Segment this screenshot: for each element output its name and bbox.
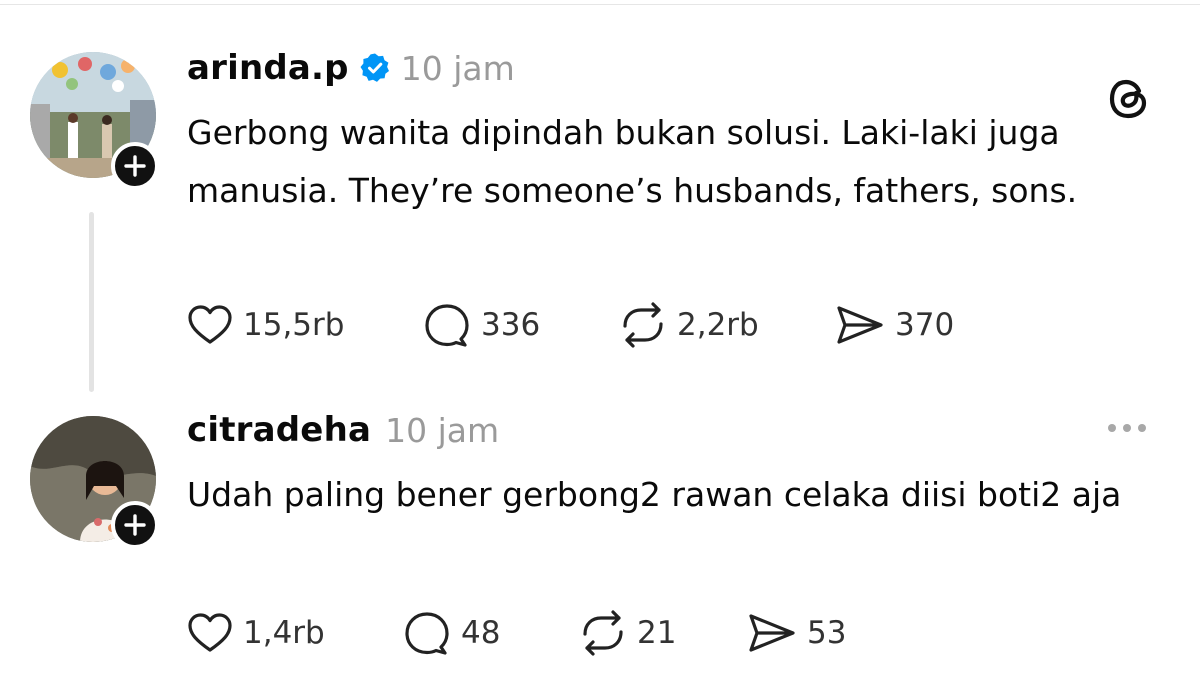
more-options-button[interactable] [1108,424,1146,432]
post-text: Udah paling bener gerbong2 rawan celaka … [187,475,1122,514]
share-count: 370 [895,307,955,343]
username[interactable]: arinda.p [187,48,349,88]
post-actions: 15,5rb 336 2,2rb 370 [187,302,954,348]
share-count: 53 [807,615,847,651]
reply-button[interactable]: 48 [403,610,579,656]
more-icon [1138,424,1146,432]
post-actions: 1,4rb 48 21 53 [187,610,846,656]
like-button[interactable]: 15,5rb [187,304,423,346]
post-time: 10 jam [385,410,500,450]
repost-icon [623,302,663,348]
post-text: Gerbong wanita dipindah bukan solusi. La… [187,113,1078,210]
more-icon [1108,424,1116,432]
thread-connector-line [89,212,94,392]
heart-icon [188,613,232,652]
share-button[interactable]: 370 [835,304,954,346]
repost-count: 2,2rb [677,307,759,343]
like-count: 15,5rb [243,307,345,343]
follow-button[interactable] [111,501,159,549]
like-button[interactable]: 1,4rb [187,612,403,654]
more-icon [1123,424,1131,432]
plus-icon [124,155,146,177]
verified-badge-icon [360,53,389,82]
repost-button[interactable]: 21 [579,610,747,656]
username[interactable]: citradeha [187,410,371,450]
follow-button[interactable] [111,142,159,190]
post-header: citradeha 10 jam [187,410,499,450]
repost-icon [583,610,623,656]
share-button[interactable]: 53 [747,612,846,654]
plus-icon [124,514,146,536]
share-icon [749,614,795,652]
post-header: arinda.p 10 jam [187,48,515,88]
reply-count: 336 [481,307,541,343]
reply-count: 48 [461,615,501,651]
repost-button[interactable]: 2,2rb [619,302,835,348]
reply-button[interactable]: 336 [423,302,619,348]
heart-icon [188,305,232,344]
comment-icon [405,612,449,655]
like-count: 1,4rb [243,615,325,651]
share-icon [837,306,883,344]
post-time: 10 jam [400,48,515,88]
repost-count: 21 [637,615,677,651]
thread-post: arinda.p 10 jam Gerbong wanita dipindah … [0,0,1200,400]
comment-icon [425,304,469,347]
